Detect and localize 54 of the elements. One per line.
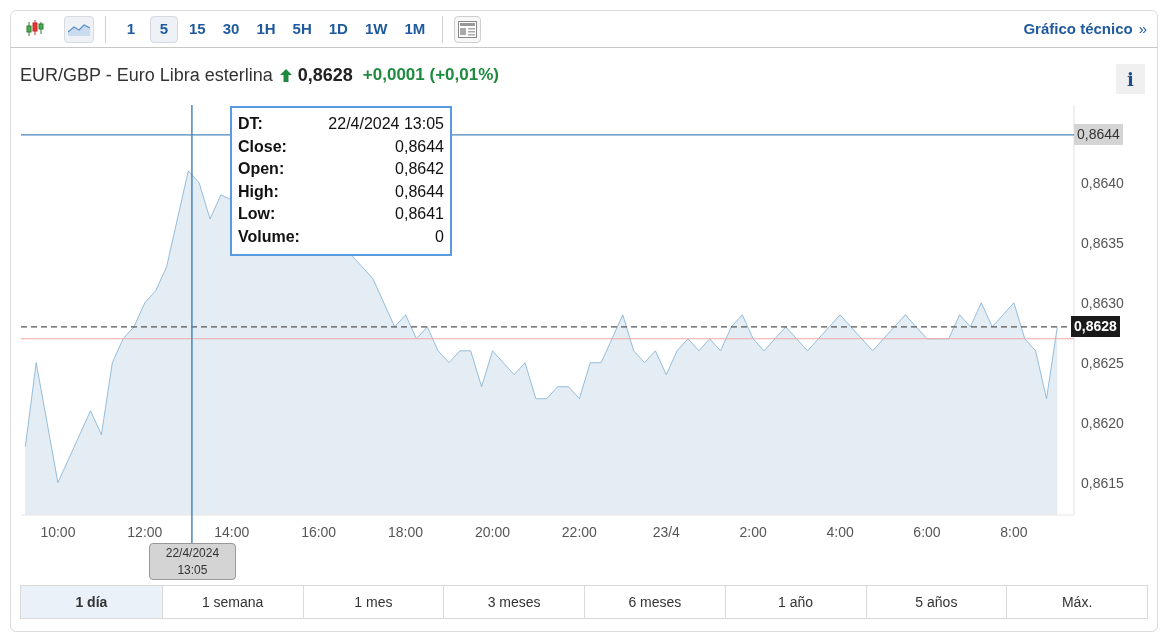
tooltip-value: 0,8644 [395,136,444,157]
x-axis-label: 8:00 [1000,524,1028,540]
tooltip-label: Open: [238,159,285,180]
interval-button[interactable]: 1 [117,15,145,43]
instrument-title: EUR/GBP - Euro Libra esterlina [20,63,273,87]
price-axis-marker: 0,8644 [1074,124,1123,146]
interval-button[interactable]: 1M [398,15,432,43]
x-axis-label: 20:00 [474,524,510,540]
price-axis-marker: 0,8628 [1071,316,1120,338]
tooltip-value: 0,8642 [395,159,444,180]
technical-chart-link[interactable]: Gráfico técnico » [1023,17,1147,41]
interval-button[interactable]: 15 [183,15,212,43]
tooltip-label: DT: [238,114,263,134]
tooltip-value: 0 [435,226,444,247]
layout-icon [458,20,478,38]
price-change: +0,0001 (+0,01%) [362,64,499,87]
interval-button[interactable]: 5 [150,15,178,43]
x-axis-label: 12:00 [127,524,163,540]
tooltip-label: Low: [238,204,276,225]
last-price: 0,8628 [297,63,353,87]
interval-button[interactable]: 1W [358,15,394,43]
chart-type-button[interactable] [64,15,94,43]
range-tab[interactable]: 1 día [21,586,162,618]
y-axis-label: 0,8615 [1081,474,1124,491]
y-axis-label: 0,8630 [1081,294,1124,311]
tooltip-value: 0,8641 [395,204,444,225]
x-axis-label: 2:00 [739,524,767,540]
crosshair-time-label: 22/4/2024 13:05 [148,543,236,580]
tooltip-label: Volume: [238,226,300,247]
x-axis-label: 23/4 [652,524,680,540]
x-axis-label: 6:00 [913,524,941,540]
x-axis-label: 10:00 [40,524,76,540]
layout-button[interactable] [454,15,482,43]
interval-button[interactable]: 1H [250,15,282,43]
arrow-up-icon [279,68,292,82]
interval-button[interactable]: 30 [216,15,246,43]
x-axis-label: 22:00 [561,524,597,540]
tooltip-value: 22/4/2024 13:05 [328,114,444,134]
y-axis-label: 0,8620 [1081,414,1124,431]
interval-button[interactable]: 5H [286,15,318,43]
info-button[interactable]: i [1116,64,1145,94]
tooltip-value: 0,8644 [395,181,444,202]
area-chart-icon [68,22,90,36]
tooltip-label: Close: [238,136,287,157]
tooltip-label: High: [238,181,279,202]
y-axis-label: 0,8640 [1081,174,1124,191]
interval-button[interactable]: 1D [322,15,354,43]
x-axis-label: 14:00 [214,524,250,540]
y-axis-label: 0,8625 [1081,354,1124,371]
x-axis-label: 18:00 [388,524,424,540]
x-axis-label: 16:00 [301,524,337,540]
x-axis-label: 4:00 [826,524,854,540]
candlestick-icon [25,19,45,39]
y-axis-label: 0,8635 [1081,234,1124,251]
